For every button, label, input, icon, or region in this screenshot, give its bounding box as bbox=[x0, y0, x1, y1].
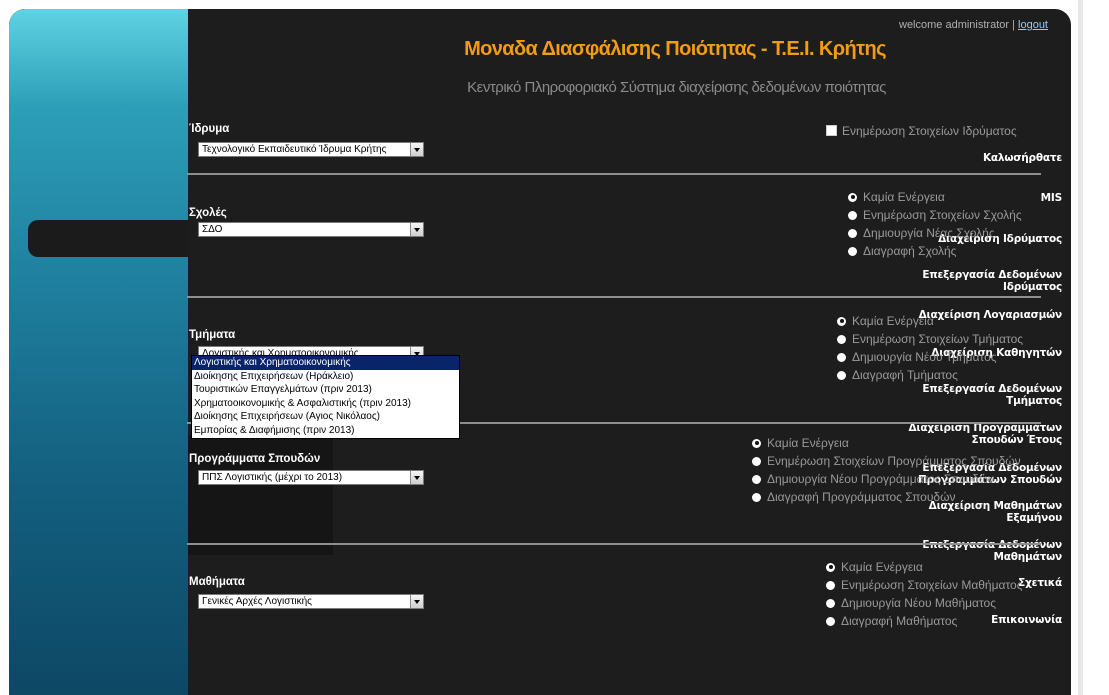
page-subtitle: Κεντρικό Πληροφοριακό Σύστημα διαχείριση… bbox=[467, 79, 886, 96]
department-option[interactable]: Χρηματοοικονομικής & Ασφαλιστικής (πριν … bbox=[192, 397, 459, 411]
radio-checked-icon bbox=[826, 562, 835, 572]
radio-icon bbox=[837, 370, 846, 380]
department-option[interactable]: Εμπορίας & Διαφήμισης (πριν 2013) bbox=[192, 424, 459, 438]
school-action-label: Δημιουργία Νέας Σχολής bbox=[863, 226, 995, 240]
department-action-label: Ενημέρωση Στοιχείων Τμήματος bbox=[852, 332, 1024, 346]
welcome-text: welcome administrator | bbox=[899, 19, 1015, 31]
course-action-create[interactable]: Δημιουργία Νέου Μαθήματος bbox=[826, 594, 1022, 612]
radio-checked-icon bbox=[752, 438, 761, 448]
school-action-label: Ενημέρωση Στοιχείων Σχολής bbox=[863, 208, 1022, 222]
program-action-delete[interactable]: Διαγραφή Προγράμματος Σπουδών bbox=[752, 488, 1021, 506]
institution-label: Ίδρυμα bbox=[189, 123, 230, 135]
school-action-delete[interactable]: Διαγραφή Σχολής bbox=[848, 242, 1022, 260]
logout-link[interactable]: logout bbox=[1018, 19, 1048, 31]
programs-select[interactable]: ΠΠΣ Λογιστικής (μέχρι το 2013) bbox=[198, 470, 424, 485]
update-institution-label: Ενημέρωση Στοιχείων Ιδρύματος bbox=[842, 124, 1017, 138]
radio-icon bbox=[752, 492, 761, 502]
course-action-label: Δημιουργία Νέου Μαθήματος bbox=[841, 596, 997, 610]
radio-checked-icon bbox=[848, 192, 857, 202]
page-title: Μοναδα Διασφάλισης Ποιότητας - Τ.Ε.Ι. Κρ… bbox=[464, 38, 886, 60]
programs-label: Προγράμματα Σπουδών bbox=[189, 453, 321, 465]
courses-select-value: Γενικές Αρχές Λογιστικής bbox=[202, 596, 312, 607]
department-action-label: Διαγραφή Τμήματος bbox=[852, 368, 958, 382]
radio-icon bbox=[826, 598, 835, 608]
courses-label: Μαθήματα bbox=[189, 576, 245, 588]
course-action-delete[interactable]: Διαγραφή Μαθήματος bbox=[826, 612, 1022, 630]
department-actions: Καμία Ενέργεια Ενημέρωση Στοιχείων Τμήμα… bbox=[837, 312, 1023, 384]
radio-icon bbox=[848, 210, 857, 220]
department-option[interactable]: Διοίκησης Επιχειρήσεων (Αγιος Νικόλαος) bbox=[192, 410, 459, 424]
course-action-label: Διαγραφή Μαθήματος bbox=[841, 614, 958, 628]
department-option[interactable]: Διοίκησης Επιχειρήσεων (Ηράκλειο) bbox=[192, 370, 459, 384]
schools-label: Σχολές bbox=[189, 207, 227, 219]
school-action-update[interactable]: Ενημέρωση Στοιχείων Σχολής bbox=[848, 206, 1022, 224]
update-institution-checkbox[interactable] bbox=[826, 125, 837, 136]
radio-icon bbox=[848, 246, 857, 256]
radio-icon bbox=[826, 580, 835, 590]
departments-label: Τμήματα bbox=[189, 329, 236, 341]
department-action-create[interactable]: Δημιουργία Νέου Τμήματος bbox=[837, 348, 1023, 366]
program-action-label: Ενημέρωση Στοιχείων Προγράμματος Σπουδών bbox=[767, 454, 1021, 468]
scrollbar[interactable] bbox=[1073, 0, 1109, 695]
program-actions: Καμία Ενέργεια Ενημέρωση Στοιχείων Προγρ… bbox=[752, 434, 1021, 506]
scrollbar-track[interactable] bbox=[1078, 0, 1083, 695]
radio-icon bbox=[752, 456, 761, 466]
section-divider bbox=[187, 543, 1041, 545]
school-actions: Καμία Ενέργεια Ενημέρωση Στοιχείων Σχολή… bbox=[848, 188, 1022, 260]
department-option[interactable]: Λογιστικής και Χρηματοοικονομικής bbox=[192, 356, 459, 370]
program-action-label: Καμία Ενέργεια bbox=[767, 436, 849, 450]
department-action-label: Δημιουργία Νέου Τμήματος bbox=[852, 350, 997, 364]
chevron-down-icon bbox=[410, 143, 423, 156]
section-divider bbox=[187, 296, 1041, 298]
department-action-update[interactable]: Ενημέρωση Στοιχείων Τμήματος bbox=[837, 330, 1023, 348]
welcome-bar: welcome administrator | logout bbox=[899, 19, 1048, 31]
department-action-delete[interactable]: Διαγραφή Τμήματος bbox=[837, 366, 1023, 384]
chevron-down-icon bbox=[410, 471, 423, 484]
chevron-down-icon bbox=[410, 223, 423, 236]
school-action-create[interactable]: Δημιουργία Νέας Σχολής bbox=[848, 224, 1022, 242]
course-action-none[interactable]: Καμία Ενέργεια bbox=[826, 558, 1022, 576]
institution-select-value: Τεχνολογικό Εκπαιδευτικό Ίδρυμα Κρήτης bbox=[202, 144, 387, 155]
sidebar-item-edit-department-data[interactable]: Επεξεργασία Δεδομένων Τμήματος bbox=[897, 383, 1062, 407]
chevron-down-icon bbox=[410, 595, 423, 608]
school-action-none[interactable]: Καμία Ενέργεια bbox=[848, 188, 1022, 206]
department-option[interactable]: Τουριστικών Επαγγελμάτων (πριν 2013) bbox=[192, 383, 459, 397]
radio-icon bbox=[826, 616, 835, 626]
department-action-none[interactable]: Καμία Ενέργεια bbox=[837, 312, 1023, 330]
radio-icon bbox=[752, 474, 761, 484]
sidebar-active-indicator bbox=[28, 220, 188, 257]
radio-icon bbox=[837, 334, 846, 344]
course-action-update[interactable]: Ενημέρωση Στοιχείων Μαθήματος bbox=[826, 576, 1022, 594]
school-action-label: Καμία Ενέργεια bbox=[863, 190, 945, 204]
courses-select[interactable]: Γενικές Αρχές Λογιστικής bbox=[198, 594, 424, 609]
programs-select-value: ΠΠΣ Λογιστικής (μέχρι το 2013) bbox=[202, 472, 343, 483]
sidebar bbox=[9, 9, 188, 695]
schools-select-value: ΣΔΟ bbox=[202, 224, 223, 235]
schools-select[interactable]: ΣΔΟ bbox=[198, 222, 424, 237]
institution-select[interactable]: Τεχνολογικό Εκπαιδευτικό Ίδρυμα Κρήτης bbox=[198, 142, 424, 157]
course-actions: Καμία Ενέργεια Ενημέρωση Στοιχείων Μαθήμ… bbox=[826, 558, 1022, 630]
radio-icon bbox=[848, 228, 857, 238]
departments-dropdown-list: Λογιστικής και Χρηματοοικονομικής Διοίκη… bbox=[191, 355, 460, 439]
program-action-create[interactable]: Δημιουργία Νέου Προγράμματος Σπουδών bbox=[752, 470, 1021, 488]
program-action-none[interactable]: Καμία Ενέργεια bbox=[752, 434, 1021, 452]
program-action-update[interactable]: Ενημέρωση Στοιχείων Προγράμματος Σπουδών bbox=[752, 452, 1021, 470]
program-action-label: Δημιουργία Νέου Προγράμματος Σπουδών bbox=[767, 472, 995, 486]
department-action-label: Καμία Ενέργεια bbox=[852, 314, 934, 328]
sidebar-item-welcome[interactable]: Καλωσήρθατε bbox=[897, 152, 1062, 164]
section-divider bbox=[187, 173, 1041, 175]
sidebar-item-edit-institution-data[interactable]: Επεξεργασία Δεδομένων Ιδρύματος bbox=[897, 269, 1062, 293]
radio-icon bbox=[837, 352, 846, 362]
course-action-label: Καμία Ενέργεια bbox=[841, 560, 923, 574]
school-action-label: Διαγραφή Σχολής bbox=[863, 244, 957, 258]
radio-checked-icon bbox=[837, 316, 846, 326]
program-action-label: Διαγραφή Προγράμματος Σπουδών bbox=[767, 490, 956, 504]
course-action-label: Ενημέρωση Στοιχείων Μαθήματος bbox=[841, 578, 1023, 592]
